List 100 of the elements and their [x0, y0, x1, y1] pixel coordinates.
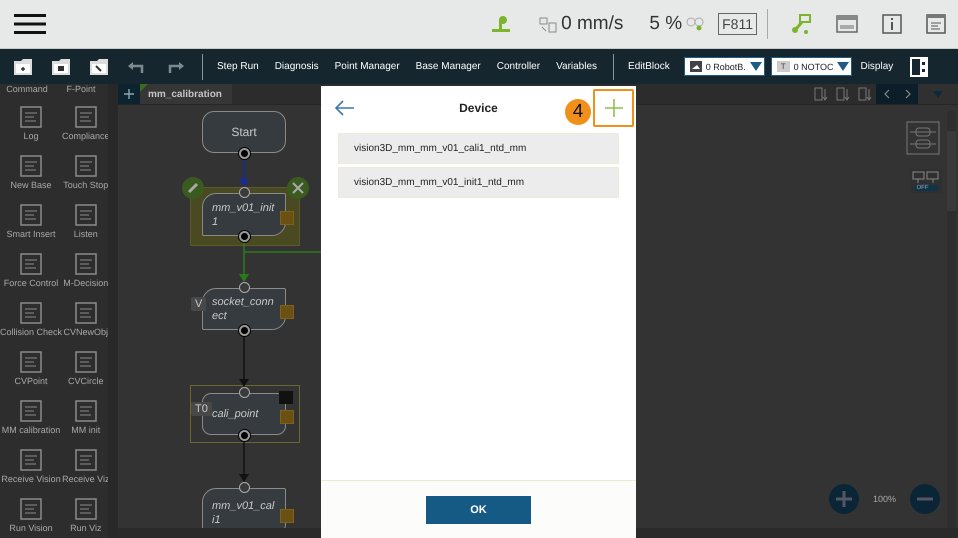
menu-button[interactable]	[14, 13, 46, 35]
connector-arrow	[239, 441, 249, 482]
plus-icon	[124, 89, 134, 99]
step-badge: 4	[565, 99, 591, 125]
info-icon[interactable]	[882, 14, 902, 34]
block-icon	[19, 301, 44, 325]
palette-item[interactable]: CVPoint	[0, 339, 62, 388]
toolbar-menu-item[interactable]: Base Manager	[408, 61, 489, 72]
block-icon	[74, 399, 98, 423]
menu-icon	[14, 13, 46, 35]
toolbar-menu-item[interactable]: Step Run	[209, 61, 267, 72]
parallel-blocks-icon	[912, 171, 940, 183]
palette-item[interactable]: Receive Vision	[0, 437, 62, 486]
palette-item[interactable]: Listen	[62, 192, 110, 241]
base-dropdown[interactable]: 0 RobotB.	[684, 57, 765, 76]
input-port[interactable]	[239, 387, 250, 398]
toolbar-menu-item[interactable]: Diagnosis	[266, 61, 327, 72]
palette-item[interactable]: M-Decision	[62, 241, 110, 290]
next-tab-button[interactable]	[897, 84, 918, 104]
block-icon	[19, 497, 44, 521]
zoom-level: 100%	[872, 494, 896, 504]
block-tag: T0	[191, 402, 212, 416]
output-port[interactable]	[239, 231, 250, 242]
new-folder-icon	[13, 57, 33, 76]
display-button[interactable]: Display	[852, 61, 902, 72]
block-type-icon	[280, 305, 294, 319]
edit-block-button[interactable]: EditBlock	[620, 61, 678, 72]
delete-block-button[interactable]	[287, 177, 309, 199]
flow-node[interactable]: mm_v01_init1	[202, 193, 286, 236]
flow-node[interactable]: Start	[202, 111, 286, 153]
block-type-icon	[280, 210, 294, 224]
input-port[interactable]	[239, 482, 250, 493]
palette-item[interactable]: New Base	[0, 143, 62, 192]
palette-label[interactable]: Command	[0, 84, 54, 94]
layout-icon[interactable]	[906, 121, 940, 155]
caret-down-icon	[933, 90, 943, 98]
device-list-item[interactable]: vision3D_mm_mm_v01_init1_ntd_mm	[338, 167, 619, 198]
dialog-title: Device	[459, 101, 498, 115]
program-tab[interactable]: mm_calibration	[140, 84, 232, 104]
document-icon[interactable]	[926, 14, 946, 34]
palette-item[interactable]: Smart Insert	[0, 192, 62, 241]
block-type-icon	[280, 410, 294, 424]
plus-icon	[604, 99, 622, 117]
flow-node[interactable]: socket_connect	[202, 288, 286, 330]
palette-label[interactable]: F-Point	[54, 84, 108, 94]
output-port[interactable]	[239, 325, 250, 336]
block-icon	[19, 154, 44, 178]
palette-item[interactable]: Run Viz	[62, 486, 110, 535]
input-port[interactable]	[239, 282, 250, 293]
block-icon	[19, 448, 44, 472]
close-icon	[292, 182, 304, 194]
block-icon	[19, 399, 44, 423]
speed-percent: 5 %	[649, 13, 682, 35]
edit-block-button[interactable]	[182, 177, 204, 199]
palette-item[interactable]: Compliance	[62, 94, 110, 143]
connector-arrow	[239, 336, 249, 387]
block-icon	[19, 252, 44, 276]
palette-item[interactable]: CVNewObj	[62, 290, 110, 339]
block-icon	[74, 105, 98, 129]
dropdown-caret-icon	[837, 62, 850, 71]
output-port[interactable]	[239, 430, 250, 441]
speed-value: 0 mm/s	[561, 13, 624, 35]
block-type-icon	[280, 509, 294, 523]
toolbar-menu-item[interactable]: Controller	[488, 61, 548, 72]
flow-node[interactable]: mm_v01_cali1	[202, 488, 286, 528]
save-folder-icon	[89, 57, 109, 76]
sort-descending-icon[interactable]	[814, 87, 828, 101]
toolbar-menu-item[interactable]: Variables	[548, 61, 606, 72]
palette-item[interactable]: MM init	[62, 388, 110, 437]
palette-item[interactable]: Touch Stop	[62, 143, 110, 192]
palette-item[interactable]: MM calibration	[0, 388, 62, 437]
block-tag: V	[191, 297, 206, 311]
block-icon	[74, 497, 98, 521]
palette-item[interactable]: Run Vision	[0, 486, 62, 535]
palette-item[interactable]: Collision Check	[0, 290, 62, 339]
tool-badge: T	[776, 61, 790, 72]
connector-arrow	[239, 242, 249, 282]
frame-label: F811	[718, 13, 757, 35]
output-port[interactable]	[239, 148, 250, 159]
block-icon	[74, 203, 98, 227]
add-tab-button[interactable]	[118, 84, 140, 104]
connector-arrow	[239, 159, 249, 187]
previous-tab-button[interactable]	[876, 84, 897, 104]
base-dropdown-value: 0 RobotB.	[706, 62, 746, 72]
chevron-left-icon	[884, 89, 890, 99]
palette-item[interactable]: CVCircle	[62, 339, 110, 388]
back-arrow-icon	[335, 100, 355, 116]
tool-dropdown[interactable]: T 0 NOTOC	[770, 57, 852, 76]
ok-button[interactable]: OK	[426, 496, 531, 524]
block-icon	[19, 350, 44, 374]
block-icon	[74, 252, 98, 276]
palette-item[interactable]: Force Control	[0, 241, 62, 290]
palette-item[interactable]: Log	[0, 94, 62, 143]
block-icon	[74, 301, 98, 325]
toolbar-menu-item[interactable]: Point Manager	[326, 61, 408, 72]
back-button[interactable]	[335, 100, 355, 116]
block-icon	[74, 154, 98, 178]
palette-scrollbar[interactable]	[108, 84, 118, 538]
device-list-item[interactable]: vision3D_mm_mm_v01_cali1_ntd_mm	[338, 133, 619, 164]
base-icon	[690, 61, 702, 72]
